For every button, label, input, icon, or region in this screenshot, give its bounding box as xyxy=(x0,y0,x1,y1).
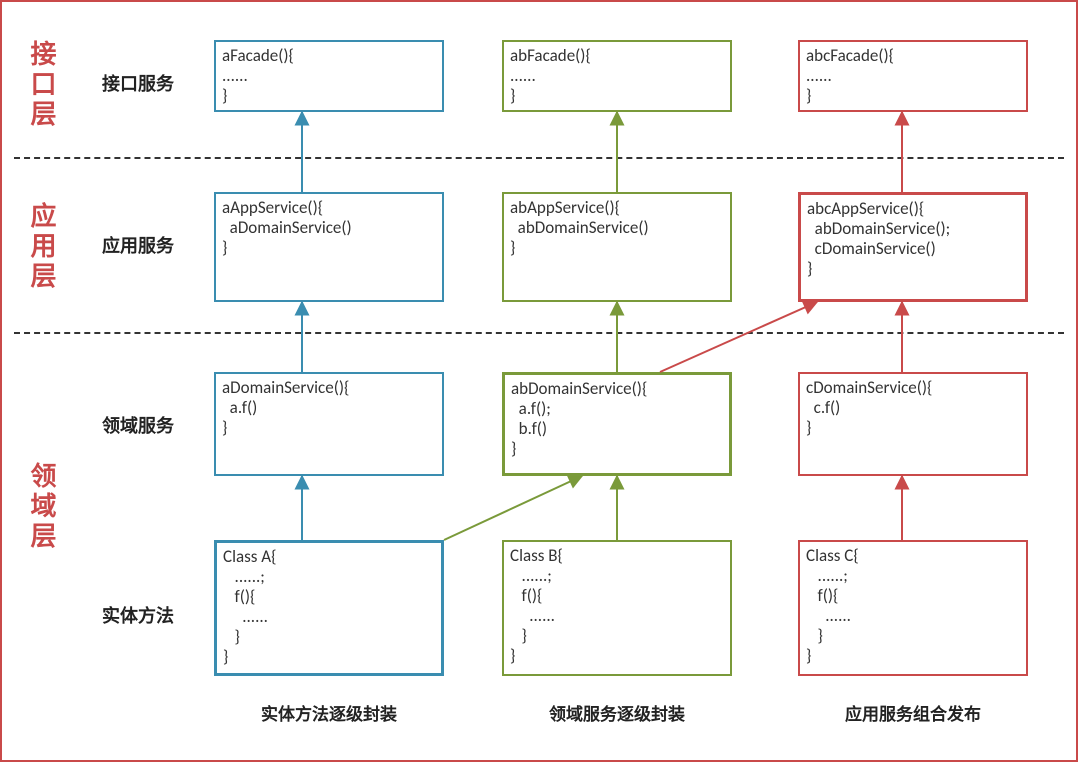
divider-2 xyxy=(14,332,1064,334)
box-a-facade: aFacade(){ ...... } xyxy=(214,40,444,112)
col-label-b: 领域服务逐级封装 xyxy=(502,700,732,725)
row-label-entity: 实体方法 xyxy=(102,602,174,628)
layer-label-interface: 接口层 xyxy=(24,40,61,130)
divider-1 xyxy=(14,157,1064,159)
box-ab-domain-service: abDomainService(){ a.f(); b.f() } xyxy=(502,372,732,476)
row-label-facade: 接口服务 xyxy=(102,70,174,96)
row-label-app: 应用服务 xyxy=(102,232,174,258)
box-c-domain-service: cDomainService(){ c.f() } xyxy=(798,372,1028,476)
box-class-a: Class A{ ......; f(){ ...... } } xyxy=(214,540,444,676)
layer-label-domain: 领域层 xyxy=(24,462,61,552)
col-label-a: 实体方法逐级封装 xyxy=(214,700,444,725)
row-label-domain-svc: 领域服务 xyxy=(102,412,174,438)
box-a-domain-service: aDomainService(){ a.f() } xyxy=(214,372,444,476)
box-abc-facade: abcFacade(){ ...... } xyxy=(798,40,1028,112)
box-class-c: Class C{ ......; f(){ ...... } } xyxy=(798,540,1028,676)
box-ab-app-service: abAppService(){ abDomainService() } xyxy=(502,192,732,302)
box-a-app-service: aAppService(){ aDomainService() } xyxy=(214,192,444,302)
box-class-b: Class B{ ......; f(){ ...... } } xyxy=(502,540,732,676)
col-label-c: 应用服务组合发布 xyxy=(798,700,1028,725)
layer-label-application: 应用层 xyxy=(24,202,61,292)
box-abc-app-service: abcAppService(){ abDomainService(); cDom… xyxy=(798,192,1028,302)
diagram-frame: 接口层 应用层 领域层 接口服务 应用服务 领域服务 实体方法 aFacade(… xyxy=(0,0,1078,762)
box-ab-facade: abFacade(){ ...... } xyxy=(502,40,732,112)
